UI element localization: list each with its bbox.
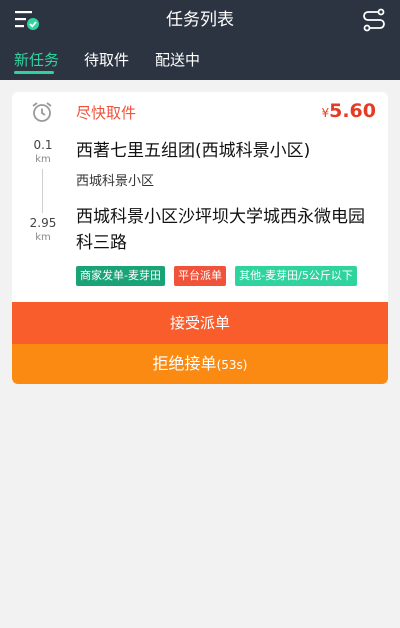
pickup-distance-value: 0.1 xyxy=(33,138,53,152)
tag-platform-dispatch: 平台派单 xyxy=(174,266,227,286)
tab-new-tasks[interactable]: 新任务 xyxy=(14,40,59,80)
delivery-distance-value: 2.95 xyxy=(29,216,57,230)
route-icon[interactable] xyxy=(362,8,386,32)
pickup-sub-address: 西城科景小区 xyxy=(76,174,155,189)
reject-countdown: (53s) xyxy=(216,358,248,372)
tab-to-pickup[interactable]: 待取件 xyxy=(84,40,129,80)
tab-delivering[interactable]: 配送中 xyxy=(155,40,200,80)
pickup-distance: 0.1 km xyxy=(23,138,63,165)
pickup-address: 西著七里五组团(西城科景小区) xyxy=(76,141,311,161)
delivery-distance: 2.95 km xyxy=(23,216,63,243)
active-tab-indicator xyxy=(14,71,54,74)
price-amount: 5.60 xyxy=(329,100,376,122)
reject-order-button[interactable]: 拒绝接单(53s) xyxy=(12,344,388,384)
order-price: ¥5.60 xyxy=(321,100,376,122)
price-currency: ¥ xyxy=(321,106,330,120)
page-title: 任务列表 xyxy=(166,10,234,30)
tag-list: 商家发单-麦芽田 平台派单 其他-麦芽田/5公斤以下 xyxy=(76,266,361,286)
accept-dispatch-button[interactable]: 接受派单 xyxy=(12,302,388,344)
delivery-address: 西城科景小区沙坪坝大学城西永微电园科三路 xyxy=(76,207,365,253)
top-bar: 任务列表 新任务 待取件 配送中 xyxy=(0,0,400,80)
alarm-clock-icon xyxy=(32,102,52,122)
title-bar: 任务列表 xyxy=(0,0,400,40)
tag-category-weight: 其他-麦芽田/5公斤以下 xyxy=(235,266,357,286)
tag-merchant: 商家发单-麦芽田 xyxy=(76,266,165,286)
pickup-time-label: 尽快取件 xyxy=(76,104,137,122)
reject-label: 拒绝接单 xyxy=(152,354,217,373)
delivery-distance-unit: km xyxy=(35,232,51,243)
tab-bar: 新任务 待取件 配送中 xyxy=(0,40,400,80)
pickup-distance-unit: km xyxy=(35,154,51,165)
route-line xyxy=(42,169,43,213)
order-card[interactable]: 尽快取件 ¥5.60 0.1 km 2.95 km 西著七里五组团(西城科景小区… xyxy=(12,92,388,384)
